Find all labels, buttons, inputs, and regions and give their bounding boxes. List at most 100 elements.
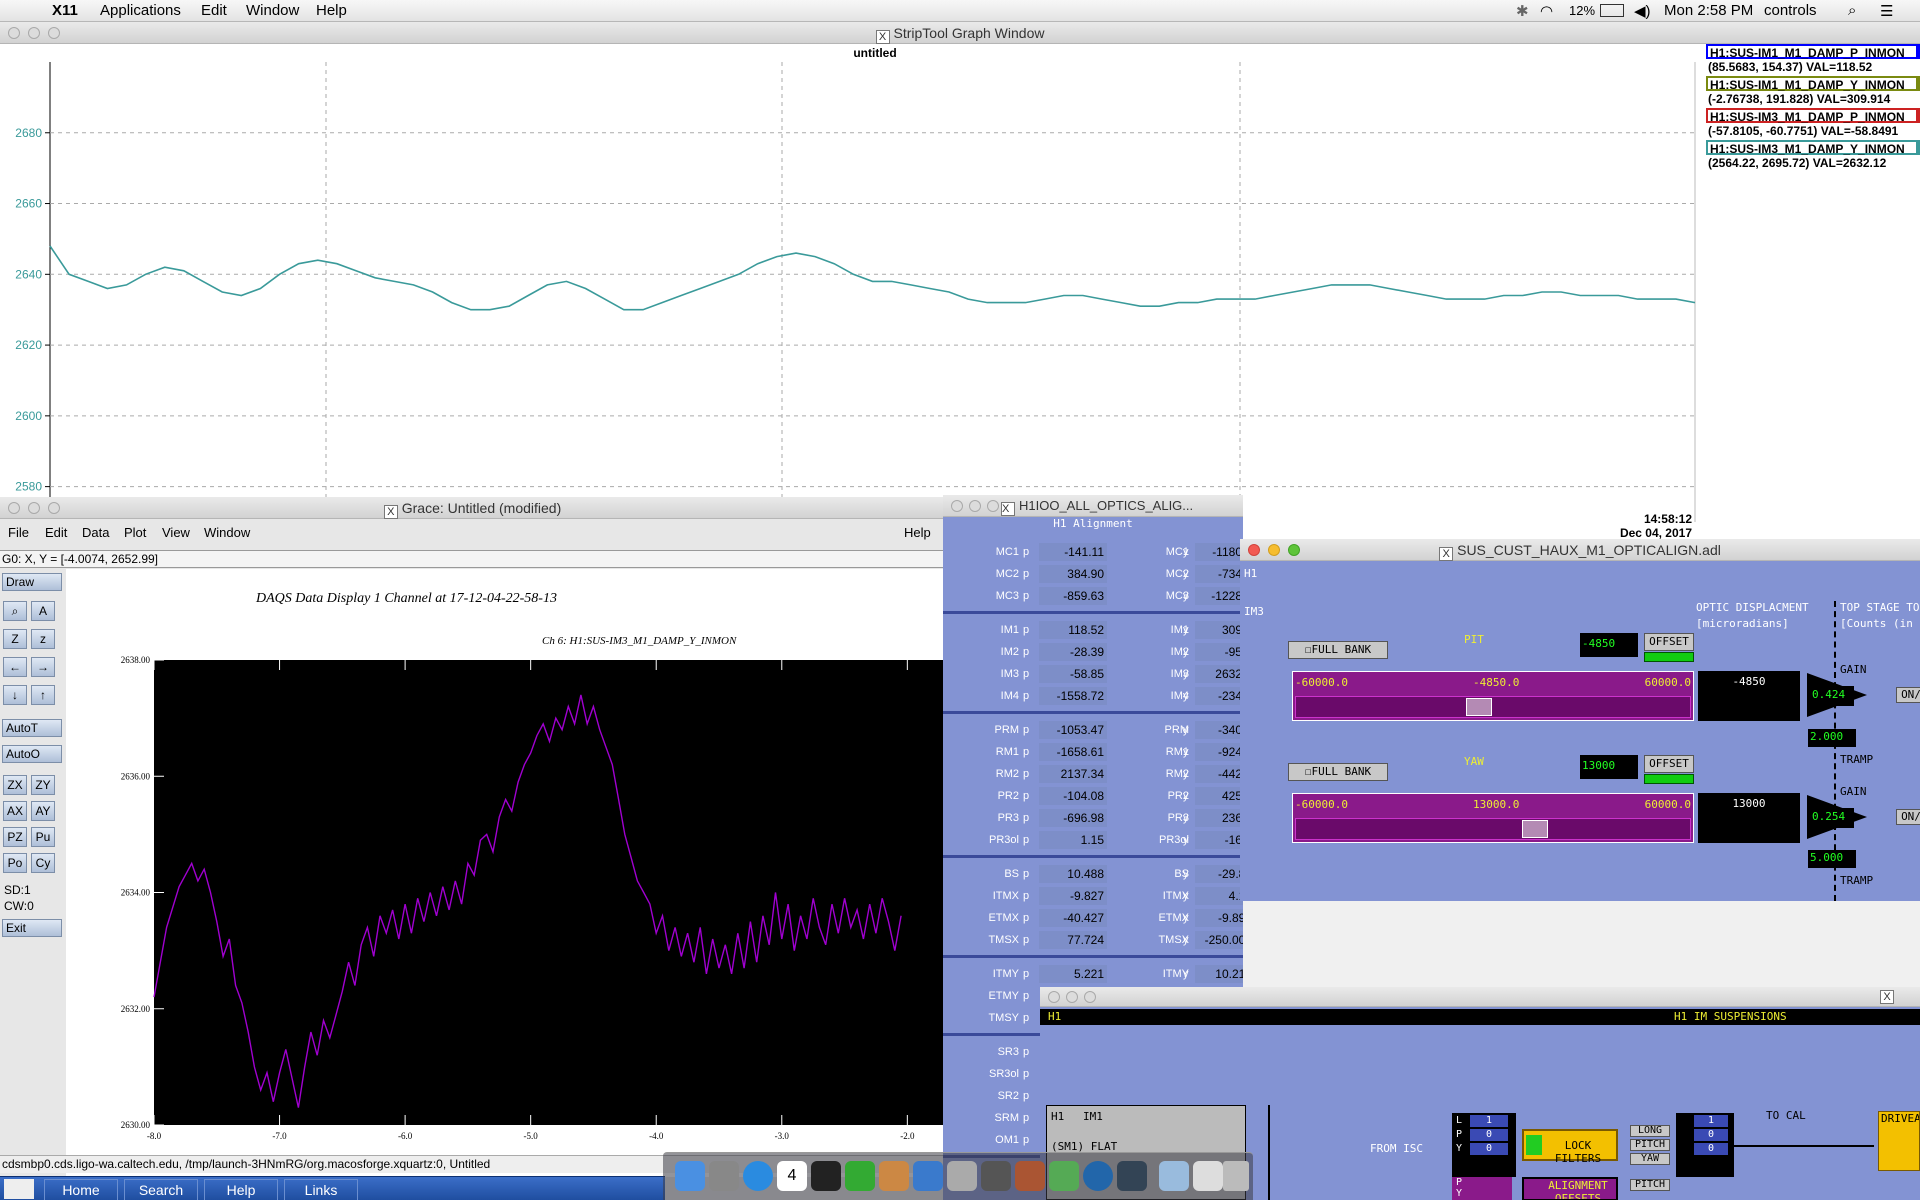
alignment-y-value[interactable]: -1228.2: [1195, 587, 1243, 605]
grace-zoom-icon[interactable]: ⌕: [3, 601, 27, 621]
grace-left-arrow-icon[interactable]: ←: [3, 657, 27, 677]
matlab-icon[interactable]: [845, 1161, 875, 1191]
alignment-y-value[interactable]: -16.1: [1195, 831, 1243, 849]
xcode-icon[interactable]: [913, 1161, 943, 1191]
alignment-y-value[interactable]: 2632.1: [1195, 665, 1243, 683]
alignment-y-value[interactable]: -234.6: [1195, 687, 1243, 705]
pit-slider-thumb[interactable]: [1466, 698, 1493, 716]
xquartz-icon[interactable]: [1049, 1161, 1079, 1191]
app-icon[interactable]: [1015, 1161, 1045, 1191]
pit-slider[interactable]: -60000.0 -4850.0 60000.0: [1292, 671, 1694, 721]
alignment-y-value[interactable]: -250.007: [1195, 931, 1243, 949]
yaw-tramp-input[interactable]: 5.000: [1808, 850, 1856, 868]
grace-pu-button[interactable]: Pu: [31, 827, 55, 847]
grace-menu-help[interactable]: Help: [904, 525, 931, 540]
close-icon[interactable]: [8, 27, 20, 39]
yaw-button[interactable]: YAW: [1630, 1153, 1670, 1165]
spotlight-icon[interactable]: ⌕: [1848, 2, 1856, 19]
grace-menu-view[interactable]: View: [162, 525, 190, 540]
minimize-icon[interactable]: [1066, 991, 1078, 1003]
documents-icon[interactable]: [1193, 1161, 1223, 1191]
safari-icon[interactable]: [743, 1161, 773, 1191]
yaw-on-button[interactable]: ON/: [1896, 809, 1920, 825]
grace-zoom-out-icon[interactable]: z: [31, 629, 55, 649]
yaw-slider-track[interactable]: [1295, 818, 1691, 840]
suspensions-tab-h1[interactable]: H1: [1051, 1110, 1064, 1123]
wifi-icon[interactable]: ◠: [1540, 2, 1553, 20]
pit-tramp-input[interactable]: 2.000: [1808, 729, 1856, 747]
menu-edit[interactable]: Edit: [201, 2, 227, 19]
minimize-icon[interactable]: [1268, 544, 1280, 556]
alignment-y-value[interactable]: -340.1: [1195, 721, 1243, 739]
alignment-y-value[interactable]: -95.6: [1195, 643, 1243, 661]
close-icon[interactable]: [1248, 544, 1260, 556]
alignment-p-value[interactable]: -28.39: [1039, 643, 1107, 661]
pitch-button[interactable]: PITCH: [1630, 1139, 1670, 1151]
alignment-y-value[interactable]: 236.7: [1195, 809, 1243, 827]
pit-offset-input[interactable]: -4850: [1580, 633, 1638, 657]
alignment-p-value[interactable]: -104.08: [1039, 787, 1107, 805]
alignment-p-value[interactable]: 1.15: [1039, 831, 1107, 849]
zoom-icon[interactable]: [1288, 544, 1300, 556]
alignment-y-value[interactable]: -924.5: [1195, 743, 1243, 761]
grace-po-button[interactable]: Po: [3, 853, 27, 873]
grace-autoo-button[interactable]: AutoO: [2, 745, 62, 763]
menu-app-name[interactable]: X11: [52, 2, 78, 19]
notification-center-icon[interactable]: ☰: [1880, 2, 1893, 20]
pit-offset-button[interactable]: OFFSET: [1644, 633, 1694, 651]
pit-on-button[interactable]: ON/: [1896, 687, 1920, 703]
alignment-y-value[interactable]: -734.9: [1195, 565, 1243, 583]
alignment-p-value[interactable]: -9.827: [1039, 887, 1107, 905]
grace-zx-button[interactable]: ZX: [3, 775, 27, 795]
browser-links-tab[interactable]: Links: [284, 1179, 358, 1200]
legend-name[interactable]: H1:SUS-IM1_M1_DAMP_P_INMON: [1706, 44, 1920, 60]
minimize-icon[interactable]: [28, 502, 40, 514]
alignment-p-value[interactable]: 118.52: [1039, 621, 1107, 639]
preview-icon[interactable]: [947, 1161, 977, 1191]
suspensions-tab-im1[interactable]: IM1: [1083, 1110, 1103, 1123]
alignment-p-value[interactable]: -141.11: [1039, 543, 1107, 561]
alignment-p-value[interactable]: 2137.34: [1039, 765, 1107, 783]
grace-menu-data[interactable]: Data: [82, 525, 109, 540]
alignment-offsets-button[interactable]: ALIGNMENT OFFSETS: [1522, 1177, 1618, 1200]
grace-menu-window[interactable]: Window: [204, 525, 250, 540]
trash-icon[interactable]: [1223, 1161, 1249, 1191]
menu-applications[interactable]: Applications: [100, 2, 181, 19]
grace-canvas[interactable]: DAQS Data Display 1 Channel at 17-12-04-…: [66, 569, 945, 1177]
legend-name[interactable]: H1:SUS-IM1_M1_DAMP_Y_INMON: [1706, 76, 1920, 92]
minimize-icon[interactable]: [969, 500, 981, 512]
alignment-y-value[interactable]: 4.18: [1195, 887, 1243, 905]
zoom-icon[interactable]: [48, 502, 60, 514]
legend-name[interactable]: H1:SUS-IM3_M1_DAMP_Y_INMON: [1706, 140, 1920, 156]
alignment-p-value[interactable]: -1558.72: [1039, 687, 1107, 705]
grace-pz-button[interactable]: PZ: [3, 827, 27, 847]
menu-help[interactable]: Help: [316, 2, 347, 19]
alignment-p-value[interactable]: 10.488: [1039, 865, 1107, 883]
grace-text-icon[interactable]: A: [31, 601, 55, 621]
alignment-p-value[interactable]: -696.98: [1039, 809, 1107, 827]
grace-ay-button[interactable]: AY: [31, 801, 55, 821]
yaw-full-bank-button[interactable]: ☐FULL BANK: [1288, 763, 1388, 781]
grace-menu-edit[interactable]: Edit: [45, 525, 67, 540]
close-icon[interactable]: [1048, 991, 1060, 1003]
launchpad-icon[interactable]: [709, 1161, 739, 1191]
alignment-p-value[interactable]: -859.63: [1039, 587, 1107, 605]
grace-autot-button[interactable]: AutoT: [2, 719, 62, 737]
drive-align-box[interactable]: DRIVEAL: [1878, 1111, 1920, 1171]
alignment-y-value[interactable]: 10.215: [1195, 965, 1243, 983]
pit-full-bank-button[interactable]: ☐FULL BANK: [1288, 641, 1388, 659]
calendar-icon[interactable]: 4: [777, 1161, 807, 1191]
alignment-y-value[interactable]: -29.83: [1195, 865, 1243, 883]
editor-icon[interactable]: [981, 1161, 1011, 1191]
long-button[interactable]: LONG: [1630, 1125, 1670, 1137]
alignment-y-value[interactable]: -442.6: [1195, 765, 1243, 783]
grace-zy-button[interactable]: ZY: [31, 775, 55, 795]
legend-name[interactable]: H1:SUS-IM3_M1_DAMP_P_INMON: [1706, 108, 1920, 124]
alignment-p-value[interactable]: -40.427: [1039, 909, 1107, 927]
alignment-y-value[interactable]: -1180.5: [1195, 543, 1243, 561]
grace-menu-plot[interactable]: Plot: [124, 525, 146, 540]
browser-search-tab[interactable]: Search: [124, 1179, 198, 1200]
alignment-y-value[interactable]: 425.1: [1195, 787, 1243, 805]
yaw-slider[interactable]: -60000.0 13000.0 60000.0: [1292, 793, 1694, 843]
browser-home-tab[interactable]: Home: [44, 1179, 118, 1200]
